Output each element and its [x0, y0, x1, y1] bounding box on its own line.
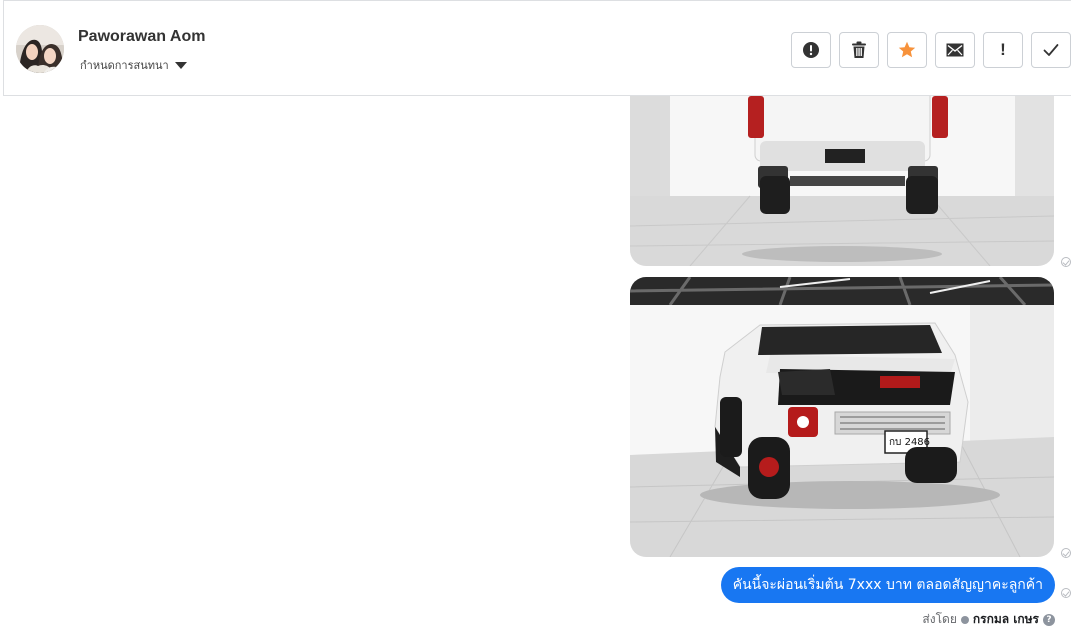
star-icon: [898, 41, 916, 58]
sent-by-label: ส่งโดย: [922, 612, 957, 626]
assign-conversation-dropdown[interactable]: กำหนดการสนทนา: [80, 57, 187, 73]
seen-check-icon: [1061, 257, 1071, 267]
exclamation-icon: !: [1000, 40, 1006, 59]
truck-rear-photo[interactable]: [630, 96, 1054, 266]
alert-button[interactable]: [791, 32, 831, 68]
agent-name[interactable]: กรกมล เกษร: [973, 610, 1039, 629]
help-icon[interactable]: ?: [1043, 613, 1055, 626]
done-button[interactable]: [1031, 32, 1071, 68]
check-icon: [1043, 44, 1059, 56]
sent-by-info: ส่งโดย กรกมล เกษร ?: [922, 610, 1055, 629]
caret-down-icon: [174, 62, 187, 69]
mark-unread-button[interactable]: [935, 32, 975, 68]
contact-avatar[interactable]: [16, 25, 64, 73]
conversation-pane: กบ 2486 คันนี้จะผ่อนเริ่มต้น 7xxx บาท ตล…: [0, 96, 1071, 642]
license-plate-text: กบ 2486: [889, 437, 930, 448]
agent-status-icon: [960, 615, 969, 624]
delete-button[interactable]: [839, 32, 879, 68]
assign-conversation-label: กำหนดการสนทนา: [80, 59, 169, 72]
conversation-toolbar: !: [791, 32, 1071, 68]
trash-icon: [852, 41, 866, 58]
message-bubble[interactable]: คันนี้จะผ่อนเริ่มต้น 7xxx บาท ตลอดสัญญาค…: [720, 567, 1055, 603]
star-button[interactable]: [887, 32, 927, 68]
truck-front-photo[interactable]: กบ 2486: [630, 277, 1054, 557]
conversation-header: Paworawan Aom กำหนดการสนทนา !: [3, 0, 1071, 96]
seen-check-icon: [1061, 548, 1071, 558]
seen-check-icon: [1061, 588, 1071, 598]
alert-circle-icon: [803, 42, 819, 58]
envelope-icon: [946, 43, 964, 57]
follow-up-button[interactable]: !: [983, 32, 1023, 68]
contact-name[interactable]: Paworawan Aom: [78, 28, 205, 46]
